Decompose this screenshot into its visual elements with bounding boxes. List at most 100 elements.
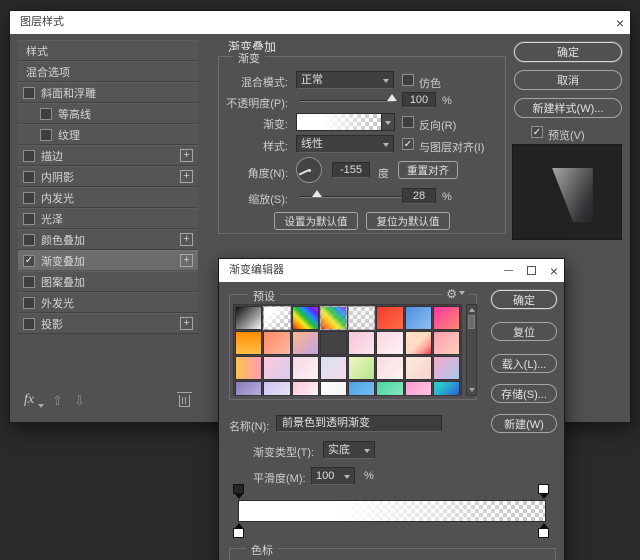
gradient-preset[interactable] xyxy=(433,356,460,380)
ok-button[interactable]: 确定 xyxy=(491,290,557,309)
sidebar-item[interactable]: 内发光 xyxy=(18,187,198,208)
scale-slider[interactable] xyxy=(300,196,408,198)
gradient-preset[interactable] xyxy=(320,306,347,330)
scroll-up-icon[interactable] xyxy=(469,308,475,312)
reverse-checkbox[interactable] xyxy=(402,116,414,128)
effect-checkbox[interactable] xyxy=(23,87,35,99)
gradient-preset[interactable] xyxy=(263,306,290,330)
sidebar-item[interactable]: 内阴影+ xyxy=(18,166,198,187)
gradient-preset[interactable] xyxy=(320,356,347,380)
sidebar-item[interactable]: 描边+ xyxy=(18,145,198,166)
gradient-type-dropdown[interactable]: 实底 xyxy=(323,441,375,459)
angle-value[interactable]: -155 xyxy=(332,162,370,178)
add-effect-icon[interactable]: + xyxy=(180,254,193,267)
gradient-preset[interactable] xyxy=(263,356,290,380)
angle-dial[interactable] xyxy=(296,157,322,183)
gradient-picker-button[interactable] xyxy=(381,113,395,131)
gradient-preset[interactable] xyxy=(263,381,290,396)
gradient-preset[interactable] xyxy=(235,331,262,355)
move-effect-down-icon[interactable]: ⇩ xyxy=(74,393,85,409)
effect-checkbox[interactable] xyxy=(23,150,35,162)
layer-style-titlebar[interactable]: 图层样式 × xyxy=(10,11,630,34)
gradient-preset[interactable] xyxy=(376,331,403,355)
gradient-bar[interactable] xyxy=(238,500,546,522)
new-style-button[interactable]: 新建样式(W)... xyxy=(514,98,622,118)
gradient-preset[interactable] xyxy=(376,381,403,396)
reset-button[interactable]: 复位 xyxy=(491,322,557,341)
sidebar-item[interactable]: 等高线 xyxy=(18,103,198,124)
gradient-preset[interactable] xyxy=(348,356,375,380)
gradient-preset[interactable] xyxy=(433,331,460,355)
effect-checkbox[interactable] xyxy=(23,213,35,225)
make-default-button[interactable]: 设置为默认值 xyxy=(274,212,358,230)
effect-checkbox[interactable] xyxy=(23,171,35,183)
gradient-preset[interactable] xyxy=(405,306,432,330)
minimize-icon[interactable] xyxy=(504,270,513,271)
gradient-preset[interactable] xyxy=(235,381,262,396)
style-dropdown[interactable]: 线性 xyxy=(296,135,394,153)
opacity-stop-left[interactable] xyxy=(233,484,244,493)
effect-checkbox[interactable] xyxy=(23,297,35,309)
sidebar-item[interactable]: 颜色叠加+ xyxy=(18,229,198,250)
close-icon[interactable]: × xyxy=(616,16,624,30)
scale-slider-thumb[interactable] xyxy=(312,190,322,197)
opacity-value[interactable]: 100 xyxy=(402,92,436,108)
new-button[interactable]: 新建(W) xyxy=(491,414,557,433)
color-stop-left[interactable] xyxy=(233,528,244,538)
gradient-preset[interactable] xyxy=(292,331,319,355)
opacity-slider-thumb[interactable] xyxy=(387,94,397,101)
sidebar-item[interactable]: 斜面和浮雕 xyxy=(18,82,198,103)
reset-align-button[interactable]: 重置对齐 xyxy=(398,161,458,179)
effect-checkbox[interactable] xyxy=(40,108,52,120)
sidebar-item[interactable]: 投影+ xyxy=(18,313,198,334)
effect-checkbox[interactable] xyxy=(23,192,35,204)
sidebar-item[interactable]: ✓渐变叠加+ xyxy=(18,250,198,271)
close-icon[interactable]: × xyxy=(550,264,558,278)
gradient-preset[interactable] xyxy=(320,331,347,355)
effect-checkbox[interactable] xyxy=(23,234,35,246)
gradient-preset[interactable] xyxy=(376,356,403,380)
gradient-editor-titlebar[interactable]: 渐变编辑器 × xyxy=(219,259,564,282)
effect-checkbox[interactable]: ✓ xyxy=(23,255,35,267)
gradient-preset[interactable] xyxy=(433,306,460,330)
fx-icon[interactable]: fx xyxy=(24,392,34,408)
gradient-swatch[interactable] xyxy=(296,113,382,131)
opacity-slider[interactable] xyxy=(300,100,394,102)
gradient-preset[interactable] xyxy=(348,306,375,330)
name-input[interactable]: 前景色到透明渐变 xyxy=(276,415,442,432)
sidebar-item[interactable]: 样式 xyxy=(18,40,198,61)
add-effect-icon[interactable]: + xyxy=(180,317,193,330)
effect-checkbox[interactable] xyxy=(23,276,35,288)
gear-icon[interactable]: ⚙ xyxy=(443,287,468,301)
gradient-preset[interactable] xyxy=(235,306,262,330)
blend-mode-dropdown[interactable]: 正常 xyxy=(296,71,394,89)
add-effect-icon[interactable]: + xyxy=(180,233,193,246)
reset-default-button[interactable]: 复位为默认值 xyxy=(366,212,450,230)
gradient-preset[interactable] xyxy=(348,381,375,396)
align-checkbox[interactable]: ✓ xyxy=(402,138,414,150)
move-effect-up-icon[interactable]: ⇧ xyxy=(52,393,63,409)
sidebar-item[interactable]: 混合选项 xyxy=(18,61,198,82)
gradient-preset[interactable] xyxy=(405,331,432,355)
opacity-stop-right[interactable] xyxy=(538,484,549,493)
gradient-preset[interactable] xyxy=(405,381,432,396)
gradient-preset[interactable] xyxy=(235,356,262,380)
dither-checkbox[interactable] xyxy=(402,74,414,86)
sidebar-item[interactable]: 图案叠加 xyxy=(18,271,198,292)
gradient-preset[interactable] xyxy=(292,306,319,330)
sidebar-item[interactable]: 纹理 xyxy=(18,124,198,145)
effect-checkbox[interactable] xyxy=(40,129,52,141)
gradient-preset[interactable] xyxy=(376,306,403,330)
color-stop-right[interactable] xyxy=(538,528,549,538)
scale-value[interactable]: 28 xyxy=(402,188,436,204)
gradient-preset[interactable] xyxy=(292,356,319,380)
sidebar-item[interactable]: 光泽 xyxy=(18,208,198,229)
smoothness-dropdown[interactable]: 100 xyxy=(311,467,355,485)
gradient-preset[interactable] xyxy=(433,381,460,396)
effect-checkbox[interactable] xyxy=(23,318,35,330)
save-button[interactable]: 存储(S)... xyxy=(491,384,557,403)
gradient-preset[interactable] xyxy=(405,356,432,380)
add-effect-icon[interactable]: + xyxy=(180,149,193,162)
gradient-preset[interactable] xyxy=(348,331,375,355)
load-button[interactable]: 载入(L)... xyxy=(491,354,557,373)
